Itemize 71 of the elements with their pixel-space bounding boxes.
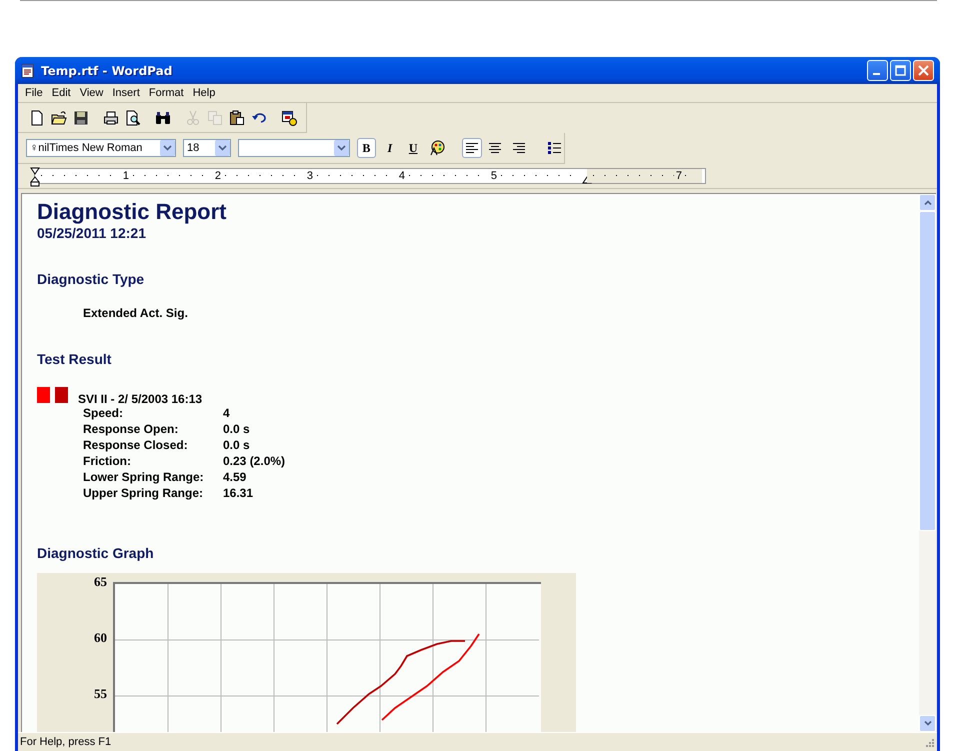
- result-value: 0.23 (2.0%): [223, 453, 286, 469]
- result-value: 16.31: [223, 485, 254, 501]
- result-label: Response Open:: [83, 421, 180, 437]
- result-value: 4.59: [223, 469, 248, 485]
- result-label: Response Closed:: [83, 437, 189, 453]
- ruler-number: 1: [120, 170, 131, 182]
- axis-tick-label: 65: [94, 575, 107, 589]
- calendar-clock-icon: [281, 110, 297, 126]
- align-center-icon: [489, 142, 502, 154]
- scroll-up-button[interactable]: [919, 194, 936, 211]
- section-heading: Diagnostic Graph: [37, 545, 155, 561]
- menu-item[interactable]: View: [74, 87, 108, 99]
- align-right-icon: [512, 142, 525, 154]
- document-icon: [21, 64, 35, 78]
- find-icon: [155, 110, 171, 126]
- axis-tick-label: 60: [94, 631, 107, 645]
- result-value: 0.0 s: [223, 437, 251, 453]
- print-preview-icon: [125, 110, 141, 126]
- minimize-button[interactable]: [867, 60, 888, 81]
- font-dropdown[interactable]: ♀nilTimes New Roman: [26, 139, 176, 157]
- result-label: Upper Spring Range:: [83, 485, 204, 501]
- result-label: Speed:: [83, 405, 124, 421]
- cut-icon: [185, 110, 201, 126]
- close-icon: [918, 65, 929, 76]
- italic-button[interactable]: I: [380, 138, 400, 158]
- result-value: 4: [223, 405, 231, 421]
- menu-item[interactable]: Help: [188, 87, 220, 99]
- underline-button[interactable]: U: [404, 138, 423, 158]
- paste-icon: [229, 110, 245, 126]
- scroll-thumb[interactable]: [919, 211, 936, 531]
- menu-item[interactable]: Edit: [46, 87, 75, 99]
- section-heading: Diagnostic Type: [37, 271, 146, 287]
- result-value: 0.0 s: [223, 421, 251, 437]
- close-button[interactable]: [913, 60, 934, 81]
- align-left-button[interactable]: [462, 138, 482, 158]
- new-document-icon: [29, 110, 45, 126]
- menu-item[interactable]: Insert: [107, 87, 144, 99]
- minimize-icon: [872, 73, 880, 75]
- result-label: Lower Spring Range:: [83, 469, 205, 485]
- open-folder-icon: [51, 110, 67, 126]
- axis-tick-label: 55: [94, 687, 107, 701]
- print-icon: [103, 110, 119, 126]
- diagnostic-type: Extended Act. Sig.: [83, 305, 189, 321]
- script-dropdown[interactable]: [238, 139, 350, 157]
- palette-icon: [428, 140, 445, 156]
- ruler-number: 4: [396, 170, 407, 182]
- report-date: 05/25/2011 12:21: [37, 225, 147, 241]
- window-title: Temp.rtf - WordPad: [41, 64, 172, 78]
- result-label: Friction:: [83, 453, 132, 469]
- device-name: SVI II - 2/ 5/2003 16:13: [78, 391, 202, 407]
- bold-button[interactable]: B: [356, 138, 376, 158]
- maximize-icon: [895, 65, 906, 76]
- resize-grip-icon[interactable]: [924, 736, 935, 748]
- status-text: For Help, press F1: [20, 736, 112, 748]
- align-left-icon: [466, 142, 478, 154]
- ruler-number: 3: [304, 170, 315, 182]
- ruler-number: 7: [674, 170, 684, 182]
- save-icon: [73, 110, 89, 126]
- maximize-button[interactable]: [890, 60, 911, 81]
- font-size-dropdown[interactable]: 18: [182, 139, 232, 157]
- report-title: Diagnostic Report: [37, 199, 228, 225]
- section-heading: Test Result: [37, 351, 112, 367]
- copy-icon: [207, 110, 223, 126]
- scroll-down-button[interactable]: [919, 715, 936, 732]
- indent-marker-icon[interactable]: [30, 167, 40, 187]
- bullet-list-icon: [548, 142, 561, 154]
- ruler-number: 5: [488, 170, 499, 182]
- menu-item[interactable]: File: [20, 87, 47, 99]
- menu-item[interactable]: Format: [144, 87, 188, 99]
- ruler-number: 2: [212, 170, 223, 182]
- vertical-scrollbar[interactable]: [919, 194, 936, 732]
